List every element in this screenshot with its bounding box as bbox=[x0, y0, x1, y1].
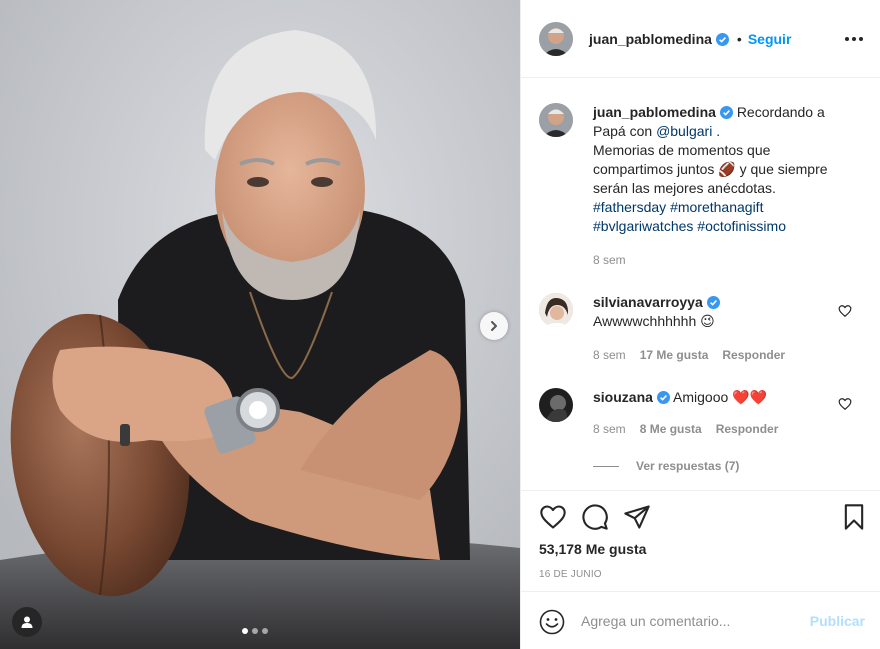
mention-link[interactable]: @bulgari bbox=[656, 123, 712, 139]
comment-time[interactable]: 8 sem bbox=[593, 422, 626, 436]
comment-text: silvianavarroyya Awwwwchhhhhh 😉 bbox=[593, 293, 843, 331]
header-separator: • bbox=[736, 30, 742, 47]
comment-item: siouzana Amigooo ❤️❤️ bbox=[539, 388, 843, 422]
caption-username[interactable]: juan_pablomedina bbox=[593, 104, 716, 120]
comment-meta: 8 sem 8 Me gusta Responder bbox=[593, 422, 778, 436]
comments-section: juan_pablomedina Recordando a Papá con @… bbox=[521, 78, 880, 490]
likes-count[interactable]: 53,178 Me gusta bbox=[539, 541, 646, 557]
user-tag-icon bbox=[21, 616, 33, 628]
comment-username[interactable]: silvianavarroyya bbox=[593, 294, 703, 310]
reply-button[interactable]: Responder bbox=[722, 348, 785, 362]
hashtag-link[interactable]: #bvlgariwatches bbox=[593, 218, 693, 234]
verified-badge-icon bbox=[656, 391, 670, 404]
hashtag-link[interactable]: #morethanagift bbox=[670, 199, 763, 215]
carousel-dot bbox=[252, 628, 258, 634]
hashtag-link[interactable]: #fathersday bbox=[593, 199, 666, 215]
comment-like-heart-icon[interactable] bbox=[838, 304, 852, 318]
portrait-image bbox=[0, 0, 520, 649]
add-comment-bar: Publicar bbox=[521, 591, 880, 649]
bookmark-icon[interactable] bbox=[840, 503, 868, 531]
commenter-avatar[interactable] bbox=[539, 293, 573, 327]
caption: juan_pablomedina Recordando a Papá con @… bbox=[539, 103, 843, 236]
more-options-icon bbox=[845, 37, 849, 41]
comment-like-heart-icon[interactable] bbox=[838, 397, 852, 411]
more-options-button[interactable] bbox=[845, 30, 865, 48]
follow-button[interactable]: Seguir bbox=[748, 31, 792, 47]
instagram-post: juan_pablomedina • Seguir juan_pablomedi… bbox=[0, 0, 880, 649]
commenter-avatar[interactable] bbox=[539, 388, 573, 422]
verified-badge-icon bbox=[706, 296, 720, 309]
verified-badge-icon bbox=[719, 106, 733, 119]
comment-username[interactable]: siouzana bbox=[593, 389, 653, 405]
comment-input[interactable] bbox=[581, 610, 806, 632]
tagged-users-button[interactable] bbox=[12, 607, 42, 637]
comment-likes[interactable]: 8 Me gusta bbox=[640, 422, 702, 436]
caption-text: juan_pablomedina Recordando a Papá con @… bbox=[593, 104, 828, 234]
post-photo[interactable] bbox=[0, 0, 520, 649]
post-actions: 53,178 Me gusta 16 DE JUNIO bbox=[521, 490, 880, 590]
verified-badge-icon bbox=[715, 32, 729, 46]
caption-meta: 8 sem bbox=[593, 253, 626, 267]
hearts-emoji: ❤️❤️ bbox=[732, 389, 768, 405]
send-icon[interactable] bbox=[623, 503, 651, 531]
caption-avatar[interactable] bbox=[539, 103, 573, 137]
comment-icon[interactable] bbox=[581, 503, 609, 531]
reply-button[interactable]: Responder bbox=[716, 422, 779, 436]
comment-likes[interactable]: 17 Me gusta bbox=[640, 348, 709, 362]
comment-time[interactable]: 8 sem bbox=[593, 348, 626, 362]
chevron-right-icon bbox=[491, 321, 497, 331]
comment-text: siouzana Amigooo ❤️❤️ bbox=[593, 389, 768, 405]
carousel-dot bbox=[262, 628, 268, 634]
view-replies-button[interactable]: Ver respuestas (7) bbox=[593, 459, 739, 473]
post-header: juan_pablomedina • Seguir bbox=[521, 0, 880, 78]
comment-item: silvianavarroyya Awwwwchhhhhh 😉 bbox=[539, 293, 843, 331]
heart-icon[interactable] bbox=[539, 503, 567, 531]
post-date[interactable]: 16 DE JUNIO bbox=[539, 569, 602, 580]
publish-button[interactable]: Publicar bbox=[810, 613, 865, 629]
hashtag-link[interactable]: #octofinissimo bbox=[697, 218, 786, 234]
caption-time[interactable]: 8 sem bbox=[593, 253, 626, 267]
replies-divider bbox=[593, 465, 619, 467]
post-details-panel: juan_pablomedina • Seguir juan_pablomedi… bbox=[520, 0, 880, 649]
carousel-indicator bbox=[242, 628, 268, 634]
carousel-dot-active bbox=[242, 628, 248, 634]
author-username[interactable]: juan_pablomedina bbox=[589, 31, 729, 47]
emoji-icon[interactable] bbox=[539, 609, 565, 635]
comment-meta: 8 sem 17 Me gusta Responder bbox=[593, 348, 785, 362]
next-photo-button[interactable] bbox=[480, 312, 508, 340]
author-avatar[interactable] bbox=[539, 21, 573, 56]
wink-emoji: 😉 bbox=[700, 313, 715, 329]
football-emoji: 🏈 bbox=[718, 161, 736, 177]
